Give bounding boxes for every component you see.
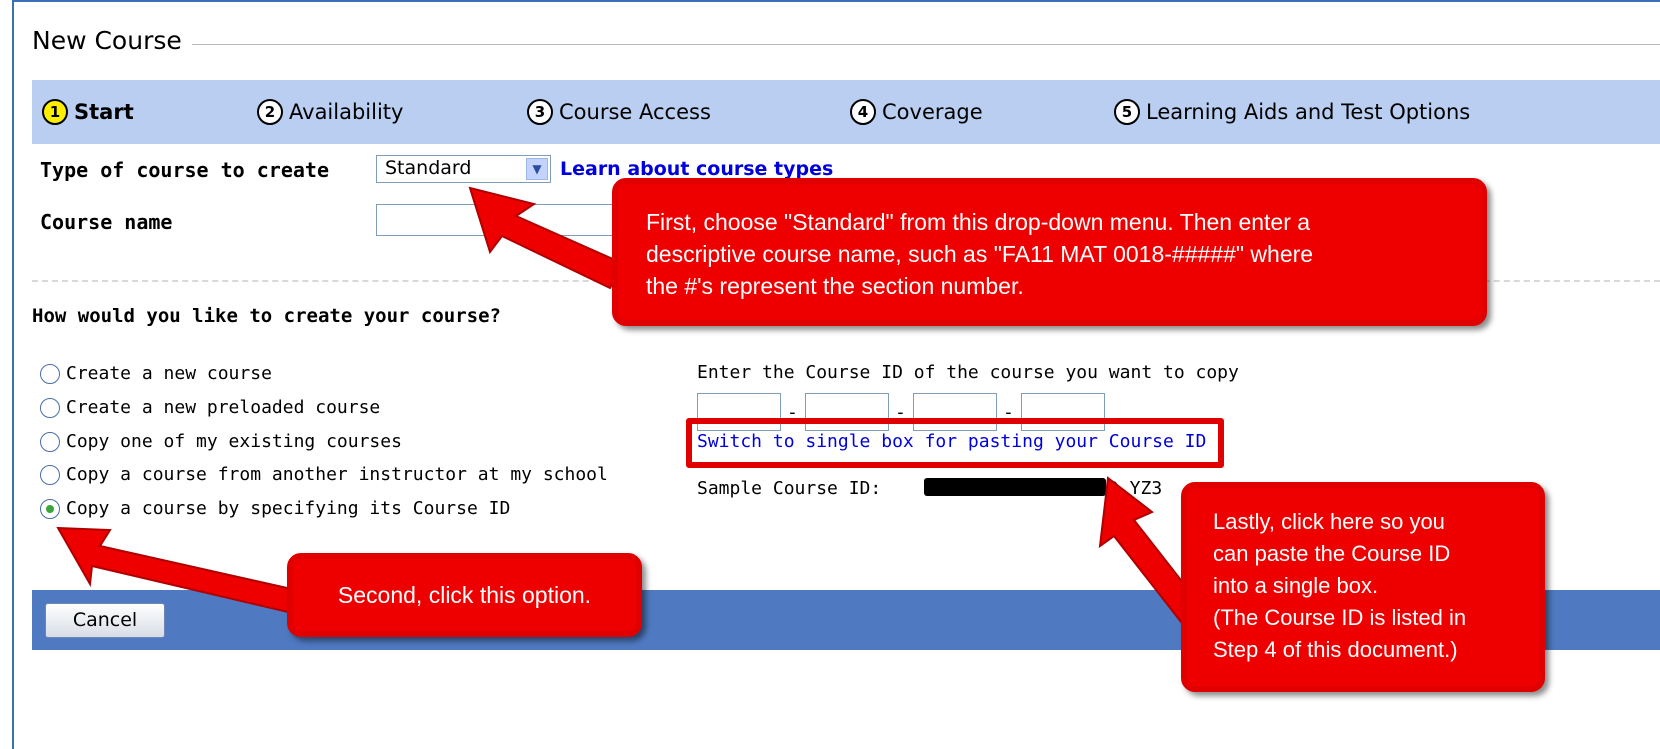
arrow-to-dropdown <box>468 186 626 290</box>
callout-line: can paste the Course ID <box>1213 541 1451 566</box>
callout-line: Lastly, click here so you <box>1213 509 1445 534</box>
callout-first-step: First, choose "Standard" from this drop-… <box>612 178 1487 326</box>
callout-second-step: Second, click this option. <box>287 553 642 637</box>
callout-line: First, choose "Standard" from this drop-… <box>646 209 1311 235</box>
callout-last-step: Lastly, click here so you can paste the … <box>1181 482 1545 692</box>
callout-line: descriptive course name, such as "FA11 M… <box>646 241 1314 267</box>
callout-line: Second, click this option. <box>337 582 592 608</box>
callout-line: (The Course ID is listed in <box>1213 605 1467 630</box>
callout-line: into a single box. <box>1213 573 1379 598</box>
callout-line: the #'s represent the section number. <box>646 273 1024 299</box>
callout-line: Step 4 of this document.) <box>1213 637 1458 662</box>
arrow-to-option <box>56 526 298 614</box>
